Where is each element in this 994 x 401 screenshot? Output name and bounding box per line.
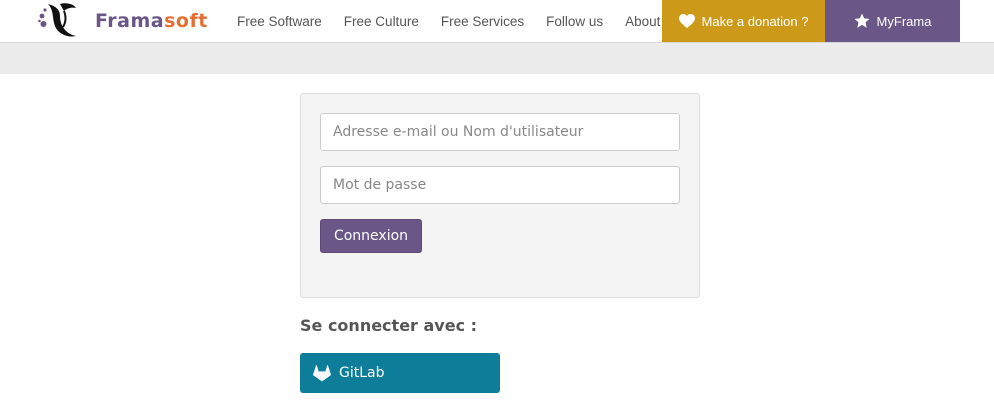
nav-item-free-software[interactable]: Free Software [226, 0, 333, 42]
brand-name: Framasoft [95, 10, 208, 32]
nav-item-follow-us[interactable]: Follow us [535, 0, 614, 42]
password-input[interactable] [320, 166, 680, 204]
myframa-label: MyFrama [876, 13, 932, 29]
social-login-title: Se connecter avec : [300, 316, 478, 335]
heart-icon [678, 13, 695, 29]
donate-label: Make a donation ? [701, 13, 809, 29]
connexion-button[interactable]: Connexion [320, 219, 422, 253]
nav-item-free-services[interactable]: Free Services [430, 0, 535, 42]
brand-link[interactable]: Framasoft [36, 0, 208, 42]
top-navbar: Framasoft Free Software Free Culture Fre… [0, 0, 994, 43]
brand-name-part2: soft [164, 10, 208, 32]
framasoft-logo-icon [38, 3, 76, 37]
brand-name-part1: Frama [95, 10, 165, 32]
nav-item-free-culture[interactable]: Free Culture [333, 0, 430, 42]
gitlab-icon [313, 364, 331, 382]
donate-button[interactable]: Make a donation ? [662, 0, 825, 42]
username-input[interactable] [320, 113, 680, 151]
login-panel: Connexion [300, 93, 700, 298]
gitlab-label: GitLab [339, 365, 385, 381]
myframa-button[interactable]: MyFrama [825, 0, 960, 42]
gitlab-login-button[interactable]: GitLab [300, 353, 500, 393]
star-icon [854, 13, 870, 29]
main-nav: Free Software Free Culture Free Services… [226, 0, 671, 42]
subheader-band [0, 43, 994, 74]
